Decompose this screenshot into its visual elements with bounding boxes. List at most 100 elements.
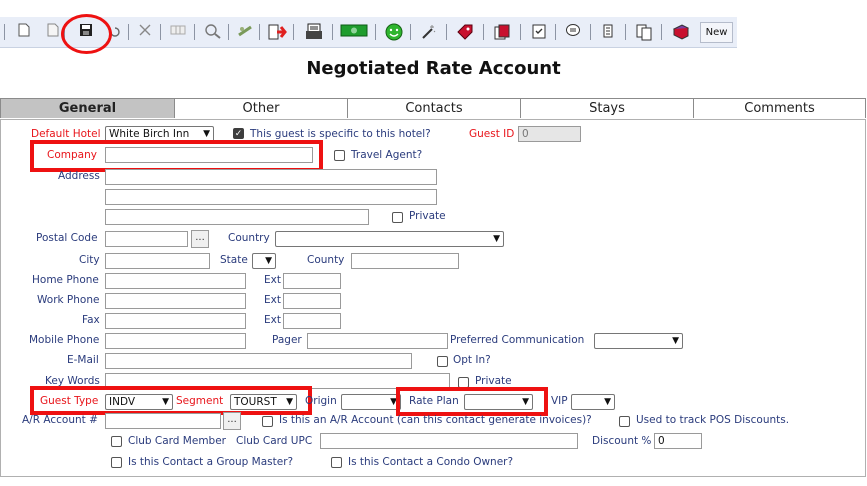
postal-code-field[interactable] xyxy=(105,231,188,247)
county-field[interactable] xyxy=(351,253,459,269)
origin-label: Origin xyxy=(305,395,337,407)
money-icon[interactable] xyxy=(235,23,255,41)
home-ext-field[interactable] xyxy=(283,273,341,289)
tab-comments[interactable]: Comments xyxy=(693,98,866,118)
copy-page-icon[interactable] xyxy=(45,23,61,41)
toolbar-separator xyxy=(293,24,294,40)
country-label: Country xyxy=(228,232,270,244)
postal-code-label: Postal Code xyxy=(36,232,98,244)
new-button[interactable]: New xyxy=(700,22,733,43)
ar-account-field[interactable] xyxy=(105,413,221,429)
highlight-guest-type-segment xyxy=(30,386,312,415)
magic-wand-icon[interactable] xyxy=(418,23,438,41)
tab-other[interactable]: Other xyxy=(174,98,348,118)
documents-icon[interactable] xyxy=(634,23,654,41)
address-private-checkbox[interactable] xyxy=(392,212,403,223)
pager-field[interactable] xyxy=(307,333,448,349)
default-hotel-label: Default Hotel xyxy=(31,128,101,140)
toolbar-separator xyxy=(625,24,626,40)
fax-ext-field[interactable] xyxy=(283,313,341,329)
toolbar-separator xyxy=(661,24,662,40)
specific-hotel-checkbox[interactable]: ✓ xyxy=(233,128,244,139)
state-label: State xyxy=(220,254,248,266)
highlight-company xyxy=(30,140,323,172)
guest-id-field: 0 xyxy=(518,126,581,142)
zoom-icon[interactable] xyxy=(203,23,223,41)
tab-contacts[interactable]: Contacts xyxy=(347,98,521,118)
club-card-upc-label: Club Card UPC xyxy=(236,435,313,447)
preferred-communication-label: Preferred Communication xyxy=(450,334,585,346)
opt-in-checkbox[interactable] xyxy=(437,356,448,367)
postal-lookup-button[interactable]: ... xyxy=(191,230,209,248)
origin-select[interactable]: ▼ xyxy=(341,394,401,410)
toolbar-separator xyxy=(375,24,376,40)
speech-icon[interactable] xyxy=(564,23,582,41)
condo-owner-checkbox[interactable] xyxy=(331,457,342,468)
pager-label: Pager xyxy=(272,334,302,346)
club-card-upc-field[interactable] xyxy=(320,433,578,449)
toolbar-separator xyxy=(446,24,447,40)
opt-in-label: Opt In? xyxy=(453,354,491,366)
address-private-label: Private xyxy=(409,210,446,222)
mobile-phone-field[interactable] xyxy=(105,333,246,349)
delete-icon[interactable] xyxy=(137,23,153,41)
chevron-down-icon: ▼ xyxy=(672,336,679,346)
mobile-phone-label: Mobile Phone xyxy=(29,334,100,346)
country-select[interactable]: ▼ xyxy=(275,231,504,247)
toolbar-grip xyxy=(4,24,5,40)
fax-ext-label: Ext xyxy=(264,314,281,326)
page-title: Negotiated Rate Account xyxy=(306,58,561,79)
stack-icon[interactable] xyxy=(492,23,512,41)
pos-discount-checkbox[interactable] xyxy=(619,416,630,427)
vip-label: VIP xyxy=(551,395,568,407)
toolbar-separator xyxy=(128,24,129,40)
work-phone-field[interactable] xyxy=(105,293,246,309)
condo-owner-label: Is this Contact a Condo Owner? xyxy=(348,456,514,468)
guest-id-label: Guest ID xyxy=(469,128,515,140)
grid-icon[interactable] xyxy=(168,23,188,41)
address-line3-field[interactable] xyxy=(105,209,369,225)
state-select[interactable]: ▼ xyxy=(252,253,276,269)
work-ext-field[interactable] xyxy=(283,293,341,309)
toolbar-separator xyxy=(483,24,484,40)
group-master-checkbox[interactable] xyxy=(111,457,122,468)
print-icon[interactable] xyxy=(303,23,325,41)
club-card-member-checkbox[interactable] xyxy=(111,436,122,447)
ar-account-label: A/R Account # xyxy=(22,414,98,426)
home-phone-label: Home Phone xyxy=(32,274,99,286)
email-field[interactable] xyxy=(105,353,412,369)
highlight-rate-plan xyxy=(396,387,548,416)
tag-icon[interactable] xyxy=(455,23,475,41)
toolbar-separator xyxy=(160,24,161,40)
ar-account-lookup-button[interactable]: ... xyxy=(223,412,241,430)
home-phone-field[interactable] xyxy=(105,273,246,289)
home-ext-label: Ext xyxy=(264,274,281,286)
travel-agent-checkbox[interactable] xyxy=(334,150,345,161)
toolbar-separator xyxy=(228,24,229,40)
address-line2-field[interactable] xyxy=(105,189,437,205)
tab-bar: General Other Contacts Stays Comments xyxy=(0,98,866,119)
specific-hotel-label: This guest is specific to this hotel? xyxy=(250,128,431,140)
preferred-communication-select[interactable]: ▼ xyxy=(594,333,683,349)
new-page-icon[interactable] xyxy=(16,23,32,41)
vip-select[interactable]: ▼ xyxy=(571,394,615,410)
group-master-label: Is this Contact a Group Master? xyxy=(128,456,294,468)
tab-stays[interactable]: Stays xyxy=(520,98,694,118)
address-line1-field[interactable] xyxy=(105,169,437,185)
ar-account-checkbox[interactable] xyxy=(262,416,273,427)
address-label: Address xyxy=(58,170,100,182)
fax-label: Fax xyxy=(82,314,100,326)
checklist-icon[interactable] xyxy=(530,23,548,41)
toolbar-separator xyxy=(555,24,556,40)
toolbar-separator xyxy=(410,24,411,40)
fax-field[interactable] xyxy=(105,313,246,329)
city-field[interactable] xyxy=(105,253,210,269)
scroll-icon[interactable] xyxy=(599,23,617,41)
smiley-icon[interactable] xyxy=(384,23,404,41)
email-label: E-Mail xyxy=(67,354,99,366)
tab-general[interactable]: General xyxy=(0,98,175,118)
export-icon[interactable] xyxy=(266,23,288,41)
cash-icon[interactable] xyxy=(340,23,368,41)
discount-field[interactable]: 0 xyxy=(654,433,702,449)
book-icon[interactable] xyxy=(671,23,691,41)
